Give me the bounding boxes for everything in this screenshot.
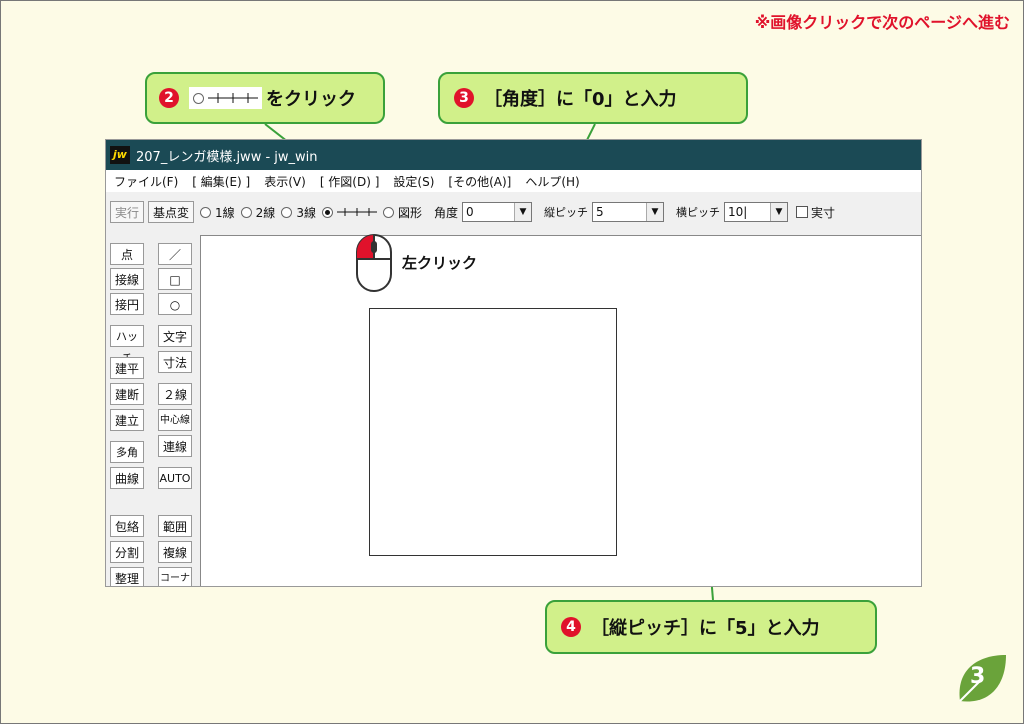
tool-polygon[interactable]: 多角形	[110, 441, 144, 481]
radio-2-line[interactable]: 2線	[240, 204, 275, 221]
menu-file[interactable]: ファイル(F)	[114, 173, 178, 190]
brick-pattern-icon	[208, 93, 258, 103]
actual-size-checkbox[interactable]	[795, 206, 808, 218]
title-bar: jw 207_レンガ模様.jww - jw_win	[106, 140, 921, 170]
tool-point[interactable]: 点	[110, 243, 144, 265]
angle-field[interactable]: 0 ▼	[461, 202, 532, 222]
angle-label: 角度	[433, 205, 458, 220]
vertical-pitch-value: 5	[595, 205, 604, 219]
drawn-square[interactable]	[369, 308, 617, 556]
brick-pattern-icon	[336, 208, 377, 216]
tool-arch-plan[interactable]: 建平	[110, 357, 144, 379]
drawing-canvas[interactable]	[200, 235, 921, 586]
tool-curve[interactable]: 曲線	[110, 467, 144, 489]
vertical-pitch-label: 縦ピッチ	[543, 206, 588, 219]
menu-edit[interactable]: [ 編集(E) ]	[192, 173, 250, 190]
horizontal-pitch-value: 10|	[727, 205, 748, 219]
left-click-label: 左クリック	[402, 254, 478, 272]
tool-sidebar: 点 接線 接円 ハッチ 建平 建断 建立 多角形 曲線 包絡 分割 整理 ／ □…	[106, 235, 198, 586]
tool-circle[interactable]: ○	[158, 293, 192, 315]
tool-range[interactable]: 範囲	[158, 515, 192, 537]
step-number-4: 4	[561, 617, 581, 637]
radio-brick-pattern[interactable]	[321, 206, 377, 218]
menu-settings[interactable]: 設定(S)	[393, 173, 434, 190]
tool-rectangle[interactable]: □	[158, 268, 192, 290]
callout-text-3: ［角度］に「0」と入力	[484, 89, 677, 110]
radio-1-line[interactable]: 1線	[200, 204, 235, 221]
tool-center-line[interactable]: 中心線	[158, 409, 192, 431]
tool-dimension[interactable]: 寸法	[158, 351, 192, 373]
window-title: 207_レンガ模様.jww - jw_win	[136, 149, 318, 165]
callout-text-2: をクリック	[266, 89, 356, 110]
tool-divide[interactable]: 分割	[110, 541, 144, 563]
step-number-2: 2	[159, 88, 179, 108]
step-number-3: 3	[454, 88, 474, 108]
tool-line[interactable]: ／	[158, 243, 192, 265]
tool-arch-section[interactable]: 建断	[110, 383, 144, 405]
horizontal-pitch-field[interactable]: 10| ▼	[723, 202, 788, 222]
jw-win-window: jw 207_レンガ模様.jww - jw_win ファイル(F) [ 編集(E…	[105, 139, 922, 587]
radio-figure[interactable]: 図形	[382, 204, 422, 221]
chevron-down-icon[interactable]: ▼	[513, 203, 531, 221]
menu-view[interactable]: 表示(V)	[264, 173, 306, 190]
exec-button[interactable]: 実行	[110, 201, 145, 223]
callout-step-4: 4 ［縦ピッチ］に「5」と入力	[545, 600, 877, 654]
menu-bar: ファイル(F) [ 編集(E) ] 表示(V) [ 作図(D) ] 設定(S) …	[106, 170, 921, 192]
chevron-down-icon[interactable]: ▼	[769, 203, 787, 221]
vertical-pitch-field[interactable]: 5 ▼	[591, 202, 664, 222]
tool-double-line[interactable]: ２線	[158, 383, 192, 405]
tool-text[interactable]: 文字	[158, 325, 192, 347]
menu-help[interactable]: ヘルプ(H)	[525, 173, 579, 190]
tool-arch-elevation[interactable]: 建立	[110, 409, 144, 431]
callout-text-4: ［縦ピッチ］に「5」と入力	[591, 618, 820, 639]
chevron-down-icon[interactable]: ▼	[645, 203, 663, 221]
radio-3-line[interactable]: 3線	[281, 204, 316, 221]
horizontal-pitch-label: 横ピッチ	[675, 206, 720, 219]
tool-corner[interactable]: コーナー	[158, 567, 192, 586]
page-number[interactable]: 3	[970, 664, 985, 689]
tool-organize[interactable]: 整理	[110, 567, 144, 586]
tool-tangent[interactable]: 接線	[110, 268, 144, 290]
tool-connect-line[interactable]: 連線	[158, 435, 192, 457]
callout-step-3: 3 ［角度］に「0」と入力	[438, 72, 748, 124]
jw-app-icon: jw	[110, 146, 130, 164]
tool-copy-line[interactable]: 複線	[158, 541, 192, 563]
menu-draw[interactable]: [ 作図(D) ]	[320, 173, 380, 190]
tool-hatch[interactable]: ハッチ	[110, 325, 144, 365]
hatch-toolbar: 実行 基点変 1線 2線 3線 図形 角度 0 ▼ 縦ピッチ 5 ▼ 横ピッチ …	[106, 196, 921, 228]
tool-tangent-circle[interactable]: 接円	[110, 293, 144, 315]
angle-value: 0	[465, 205, 474, 219]
menu-other[interactable]: [その他(A)]	[448, 173, 511, 190]
next-page-note[interactable]: ※画像クリックで次のページへ進む	[755, 9, 1010, 33]
actual-size-label: 実寸	[810, 205, 835, 220]
brick-radio-preview	[189, 87, 262, 109]
mouse-left-click-icon	[356, 234, 392, 292]
tool-auto[interactable]: AUTO	[158, 467, 192, 489]
base-point-button[interactable]: 基点変	[148, 201, 195, 223]
callout-step-2: 2 をクリック	[145, 72, 385, 124]
tool-envelope[interactable]: 包絡	[110, 515, 144, 537]
